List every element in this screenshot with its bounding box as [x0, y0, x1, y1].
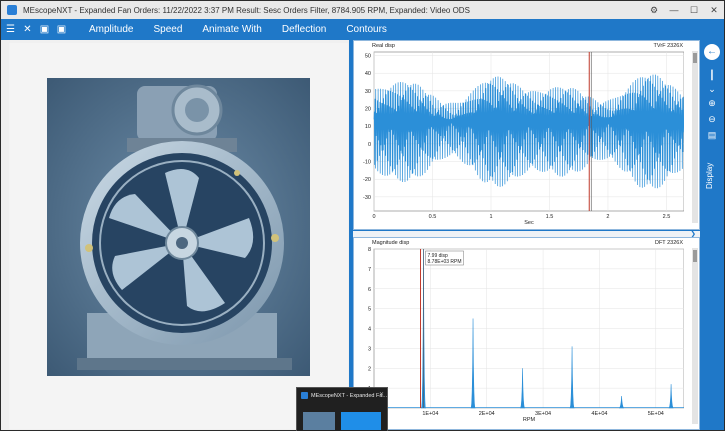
- plot1-y-tick-label: 50: [365, 54, 371, 60]
- plot1-x-tick-label: 2.5: [663, 214, 671, 220]
- plot2-y-tick-label: 7: [368, 267, 371, 273]
- plot1-y-tick-label: 30: [365, 89, 371, 95]
- fan-video-frame[interactable]: [47, 78, 310, 376]
- chevron-down-icon[interactable]: ⌄: [703, 82, 721, 96]
- app-logo-icon: [7, 5, 17, 15]
- thumbnail-preview-right: [341, 412, 381, 430]
- window-title: MEscopeNXT - Expanded Fan Orders: 11/22/…: [23, 5, 470, 15]
- hamburger-icon[interactable]: ☰: [3, 24, 18, 35]
- report-icon[interactable]: ▤: [703, 128, 721, 142]
- plot2-y-tick-label: 4: [368, 327, 371, 333]
- save-as-icon[interactable]: ▣: [54, 24, 69, 35]
- title-bar: MEscopeNXT - Expanded Fan Orders: 11/22/…: [1, 1, 724, 19]
- display-tab[interactable]: Display: [705, 156, 719, 196]
- app-logo-icon: [301, 392, 308, 399]
- plot2-x-tick-label: 1E+04: [422, 411, 438, 417]
- plot2-scroll-thumb[interactable]: [693, 250, 697, 262]
- spectrum-plot[interactable]: Magnitude disp DFT 2326X 8765432101E+042…: [353, 237, 700, 430]
- zoom-in-icon[interactable]: ⊕: [703, 96, 721, 110]
- menu-animate-with[interactable]: Animate With: [202, 24, 261, 35]
- plot2-y-tick-label: 2: [368, 366, 371, 372]
- menu-deflection[interactable]: Deflection: [282, 24, 326, 35]
- video-panel[interactable]: [9, 43, 348, 429]
- plot2-x-tick-label: 4E+04: [591, 411, 607, 417]
- app-window: MEscopeNXT - Expanded Fan Orders: 11/22/…: [0, 0, 725, 431]
- menu-amplitude[interactable]: Amplitude: [89, 24, 133, 35]
- menu-bar: ☰ ✕ ▣ ▣ Amplitude Speed Animate With Def…: [1, 19, 724, 40]
- taskbar-thumbnail[interactable]: MEscopeNXT - Expanded Fa... ✕: [296, 387, 388, 431]
- plot2-y-tick-label: 5: [368, 307, 371, 313]
- close-icon[interactable]: ✕: [379, 391, 384, 398]
- plot1-scroll-thumb[interactable]: [693, 53, 697, 63]
- window-controls: ⚙ — ☐ ✕: [644, 1, 724, 19]
- menu-contours[interactable]: Contours: [346, 24, 387, 35]
- maximize-icon[interactable]: ☐: [684, 1, 704, 19]
- plot2-y-tick-label: 6: [368, 287, 371, 293]
- plot2-y-tick-label: 8: [368, 247, 371, 253]
- time-waveform-plot[interactable]: Real disp TVrF 2326X 50 40 30 20 10 0 -10 -20 -3…: [353, 40, 700, 230]
- plot1-y-tick-label: 10: [365, 124, 371, 130]
- plot1-x-tick-label: 1.5: [546, 214, 554, 220]
- plot2-x-tick-label: 2E+04: [479, 411, 495, 417]
- menu-speed[interactable]: Speed: [153, 24, 182, 35]
- plot2-x-tick-label: 3E+04: [535, 411, 551, 417]
- zoom-out-icon[interactable]: ⊖: [703, 112, 721, 126]
- plot1-y-tick-label: 0: [368, 142, 371, 148]
- gear-icon[interactable]: ⚙: [644, 1, 664, 19]
- plot1-x-tick-label: 0.5: [429, 214, 437, 220]
- plot2-y-tick-label: 3: [368, 346, 371, 352]
- plot1-y-tick-label: -20: [363, 177, 371, 183]
- minimize-icon[interactable]: —: [664, 1, 684, 19]
- thumbnail-title: MEscopeNXT - Expanded Fa...: [311, 393, 388, 399]
- horizontal-splitter[interactable]: ❯: [353, 230, 700, 238]
- plot1-x-tick-label: 1: [489, 214, 492, 220]
- right-toolbar: ← ┃ ⌄ ⊕ ⊖ ▤ Display: [700, 40, 724, 430]
- slider-icon[interactable]: ┃: [703, 68, 721, 82]
- plot2-scrollbar[interactable]: [692, 248, 698, 424]
- plot1-scrollbar[interactable]: [692, 51, 698, 223]
- plot1-x-tick-label: 2: [606, 214, 609, 220]
- save-icon[interactable]: ▣: [37, 24, 52, 35]
- back-arrow-icon[interactable]: ←: [704, 44, 720, 60]
- plot2-cursor-readout: 8.78E+03 RPM: [428, 259, 462, 265]
- plot1-x-axis-label: Sec: [524, 220, 534, 226]
- time-waveform-chart[interactable]: 50 40 30 20 10 0 -10 -20 -30 0 0.5 1 1.5 2 2.5 Sec: [354, 41, 684, 227]
- close-icon[interactable]: ✕: [704, 1, 724, 19]
- plot1-y-tick-label: 40: [365, 71, 371, 77]
- plot2-x-axis-label: RPM: [523, 417, 536, 423]
- thumbnail-preview-left: [303, 412, 335, 430]
- spectrum-chart[interactable]: 8765432101E+042E+043E+044E+045E+04RPM7.9…: [354, 238, 684, 427]
- plot2-x-tick-label: 5E+04: [648, 411, 664, 417]
- plot1-y-tick-label: -30: [363, 195, 371, 201]
- plot1-y-tick-label: -10: [363, 160, 371, 166]
- plot1-x-tick-label: 0: [372, 214, 375, 220]
- plot1-y-tick-label: 20: [365, 107, 371, 113]
- close-icon[interactable]: ✕: [20, 24, 35, 35]
